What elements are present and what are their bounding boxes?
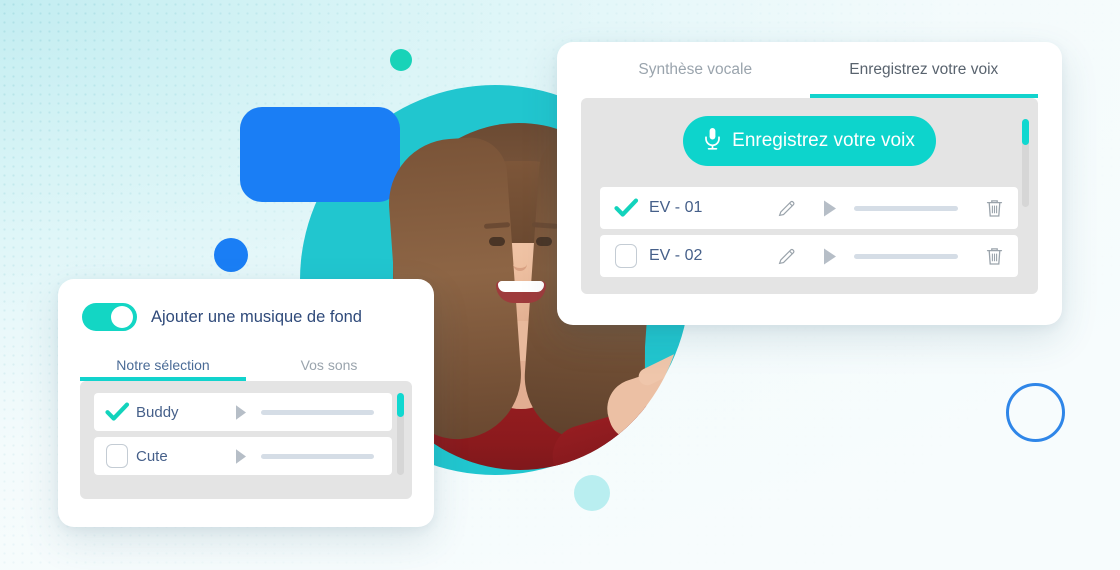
trash-icon[interactable]	[985, 198, 1004, 219]
tab-enregistrez-votre-voix-label: Enregistrez votre voix	[849, 61, 999, 78]
row-checkbox-checked[interactable]	[104, 399, 130, 425]
voice-recording-panel: Synthèse vocale Enregistrez votre voix E…	[557, 42, 1062, 325]
music-tabs: Notre sélection Vos sons	[80, 348, 412, 381]
pale-teal-dot-shape	[574, 475, 610, 511]
microphone-icon	[704, 127, 721, 156]
list-item[interactable]: Buddy	[94, 393, 392, 431]
screenshot-stage: Synthèse vocale Enregistrez votre voix E…	[0, 0, 1120, 570]
background-music-label: Ajouter une musique de fond	[151, 307, 362, 326]
blue-ring-shape	[1006, 383, 1065, 442]
checkbox-icon	[106, 444, 128, 468]
tab-enregistrez-votre-voix[interactable]: Enregistrez votre voix	[809, 42, 1039, 98]
trash-icon[interactable]	[985, 246, 1004, 267]
sounds-scrollbar[interactable]	[397, 393, 404, 475]
check-icon	[104, 399, 130, 430]
sounds-scrollbar-thumb[interactable]	[397, 393, 404, 417]
person-eye-right	[536, 237, 552, 246]
recording-panel-body: Enregistrez votre voix EV - 01 EV - 02	[581, 98, 1038, 294]
tab-notre-selection[interactable]: Notre sélection	[80, 348, 246, 381]
play-icon[interactable]	[822, 247, 838, 266]
person-eye-left	[489, 237, 505, 246]
blue-dot-shape	[214, 238, 248, 272]
progress-bar[interactable]	[261, 453, 374, 459]
tab-vos-sons[interactable]: Vos sons	[246, 348, 412, 381]
row-checkbox-unchecked[interactable]	[104, 443, 130, 469]
progress-bar[interactable]	[854, 205, 958, 211]
progress-bar[interactable]	[261, 409, 374, 415]
background-music-panel: Ajouter une musique de fond Notre sélect…	[58, 279, 434, 527]
record-voice-button[interactable]: Enregistrez votre voix	[683, 116, 936, 166]
progress-bar[interactable]	[854, 253, 958, 259]
background-music-toggle[interactable]	[82, 303, 137, 331]
sounds-list: Buddy Cute	[94, 393, 392, 475]
checkbox-icon	[615, 244, 637, 268]
pencil-icon[interactable]	[777, 199, 796, 218]
row-label: Cute	[136, 447, 168, 465]
row-label: Buddy	[136, 403, 179, 421]
person-teeth	[498, 281, 544, 292]
recordings-list: EV - 01 EV - 02	[600, 187, 1018, 277]
row-checkbox-unchecked[interactable]	[613, 243, 639, 269]
recording-tabs: Synthèse vocale Enregistrez votre voix	[557, 42, 1062, 98]
toggle-knob	[111, 306, 133, 328]
person-nose	[513, 255, 527, 271]
record-voice-button-label: Enregistrez votre voix	[732, 130, 915, 151]
recordings-scrollbar[interactable]	[1022, 119, 1029, 207]
table-row[interactable]: EV - 02	[600, 235, 1018, 277]
music-panel-body: Buddy Cute	[80, 381, 412, 499]
teal-dot-shape	[390, 49, 412, 71]
tab-vos-sons-label: Vos sons	[300, 356, 358, 373]
play-icon[interactable]	[234, 404, 248, 421]
list-item[interactable]: Cute	[94, 437, 392, 475]
play-icon[interactable]	[234, 448, 248, 465]
play-icon[interactable]	[822, 199, 838, 218]
tab-notre-selection-label: Notre sélection	[116, 356, 210, 373]
recordings-scrollbar-thumb[interactable]	[1022, 119, 1029, 145]
tab-synthese-vocale-label: Synthèse vocale	[638, 61, 753, 78]
pencil-icon[interactable]	[777, 247, 796, 266]
tab-synthese-vocale[interactable]: Synthèse vocale	[581, 42, 810, 98]
background-music-header: Ajouter une musique de fond	[58, 279, 434, 331]
table-row[interactable]: EV - 01	[600, 187, 1018, 229]
person-mouth	[496, 281, 546, 303]
row-checkbox-checked[interactable]	[613, 195, 639, 221]
row-label: EV - 02	[649, 247, 703, 264]
check-icon	[613, 195, 639, 226]
row-label: EV - 01	[649, 199, 703, 216]
